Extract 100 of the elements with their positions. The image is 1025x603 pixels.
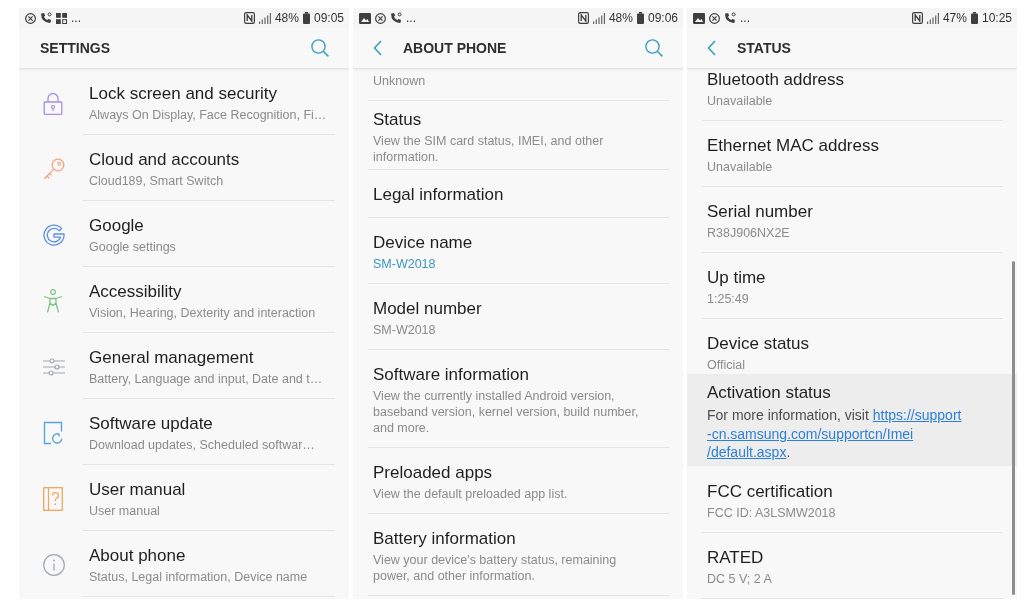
- setting-description: Always On Display, Face Recognition, Fi…: [89, 107, 328, 123]
- list-item[interactable]: Battery information View your device's battery status, remaining power, and other information.: [353, 514, 683, 595]
- signal-icon: [926, 12, 939, 24]
- item-title: Bluetooth address: [707, 69, 846, 91]
- sliders-icon: [43, 358, 65, 376]
- help-book-icon: [43, 487, 63, 511]
- item-subtitle: View your device's battery status, remaining power, and other information.: [373, 552, 618, 584]
- signal-icon: [258, 12, 271, 24]
- activation-info-text: For more information, visit https://support -cn.samsung.com/supportcn/Imei /default.aspx.: [707, 406, 963, 462]
- item-title: Serial number: [707, 201, 814, 223]
- screen-title: ABOUT PHONE: [403, 38, 507, 58]
- item-title: FCC certification: [707, 480, 834, 503]
- list-item[interactable]: Up time 1:25:49: [687, 253, 1017, 318]
- circle-x-icon: [375, 12, 386, 24]
- item-title: Device name: [373, 232, 474, 254]
- support-link[interactable]: https://support: [872, 407, 962, 423]
- g-logo-icon: [43, 224, 65, 246]
- more-notifications-text: ...: [406, 10, 416, 27]
- more-notifications-text: ...: [740, 10, 750, 27]
- key-icon: [43, 158, 65, 180]
- grid-icon: [56, 12, 67, 24]
- screen-title: STATUS: [737, 38, 791, 58]
- search-icon: [311, 39, 329, 57]
- battery-percentage: 48%: [274, 10, 299, 27]
- setting-title: Google: [89, 215, 145, 237]
- list-item[interactable]: Status View the SIM card status, IMEI, and other information.: [353, 101, 683, 169]
- list-item[interactable]: Serial number R38J906NX2E: [687, 187, 1017, 252]
- setting-description: Status, Legal information, Device name: [89, 569, 309, 585]
- item-title: Software information: [373, 364, 530, 386]
- item-subtitle: View the SIM card status, IMEI, and other information.: [373, 133, 605, 165]
- search-icon: [645, 39, 663, 57]
- phone-icon: [390, 12, 402, 24]
- item-subtitle: Official: [707, 357, 746, 373]
- settings-menu-item[interactable]: Accessibility Vision, Hearing, Dexterity and interaction: [19, 267, 349, 332]
- info-icon: [43, 554, 65, 576]
- setting-title: Accessibility: [89, 281, 183, 303]
- setting-title: General management: [89, 347, 255, 369]
- battery-icon: [636, 12, 644, 24]
- setting-description: User manual: [89, 503, 161, 519]
- refresh-icon: [43, 421, 63, 445]
- setting-title: Lock screen and security: [89, 83, 279, 105]
- setting-description: Cloud189, Smart Switch: [89, 173, 225, 189]
- settings-menu-item[interactable]: Cloud and accounts Cloud189, Smart Switch: [19, 135, 349, 200]
- list-item[interactable]: Device status Official: [687, 319, 1017, 373]
- item-subtitle: SM-W2018: [373, 256, 437, 272]
- list-item[interactable]: Preloaded apps View the default preloaded app list.: [353, 448, 683, 513]
- item-title: Activation status: [707, 382, 832, 404]
- list-item[interactable]: Ethernet MAC address Unavailable: [687, 121, 1017, 186]
- setting-description: Battery, Language and input, Date and t…: [89, 371, 324, 387]
- list-item[interactable]: Bluetooth address Unavailable: [687, 69, 1017, 120]
- image-icon: [693, 12, 705, 24]
- back-icon: [706, 40, 716, 56]
- item-subtitle: Unknown: [373, 73, 427, 89]
- settings-menu-item[interactable]: User manual User manual: [19, 465, 349, 530]
- support-link[interactable]: -cn.samsung.com/supportcn/Imei: [707, 425, 914, 442]
- phone-icon: [724, 12, 736, 24]
- nfc-icon: [911, 12, 923, 24]
- list-item[interactable]: Software information View the currently installed Android version, baseband version, kernel version, build number, and more.: [353, 350, 683, 447]
- accessibility-icon: [43, 289, 63, 313]
- item-title: Up time: [707, 267, 767, 289]
- list-item[interactable]: Legal information: [353, 170, 683, 217]
- phone-icon: [40, 12, 52, 24]
- clock-time: 10:25: [981, 10, 1012, 27]
- list-item[interactable]: Model number SM-W2018: [353, 284, 683, 349]
- setting-description: Vision, Hearing, Dexterity and interaction: [89, 305, 317, 321]
- item-subtitle: SM-W2018: [373, 322, 437, 338]
- circle-x-icon: [709, 12, 720, 24]
- settings-menu-item[interactable]: Software update Download updates, Scheduled softwar…: [19, 399, 349, 464]
- settings-menu-item[interactable]: Lock screen and security Always On Display, Face Recognition, Fi…: [19, 69, 349, 134]
- setting-title: About phone: [89, 545, 187, 567]
- setting-title: Cloud and accounts: [89, 149, 241, 171]
- list-item[interactable]: Device name SM-W2018: [353, 218, 683, 283]
- settings-menu-item[interactable]: About phone Status, Legal information, Device name: [19, 531, 349, 596]
- item-title: Legal information: [373, 184, 505, 206]
- list-item[interactable]: Activation status For more information, visit https://support -cn.samsung.com/supportcn/Imei /default.aspx.: [687, 374, 1017, 466]
- item-subtitle: Unavailable: [707, 93, 774, 109]
- signal-icon: [592, 12, 605, 24]
- list-item[interactable]: RATED DC 5 V; 2 A: [687, 532, 1017, 598]
- item-subtitle: View the currently installed Android version, baseband version, kernel version, build number, and more.: [373, 388, 640, 436]
- setting-title: User manual: [89, 479, 187, 501]
- screen-title: SETTINGS: [40, 38, 110, 58]
- item-subtitle: R38J906NX2E: [707, 225, 791, 241]
- settings-menu-item[interactable]: Google Google settings: [19, 201, 349, 266]
- item-subtitle: Unavailable: [707, 159, 774, 175]
- battery-icon: [302, 12, 310, 24]
- item-title: Battery information: [373, 528, 517, 550]
- list-item[interactable]: FCC certification FCC ID: A3LSMW2018: [687, 466, 1017, 532]
- lock-icon: [43, 91, 63, 115]
- item-subtitle: View the default preloaded app list.: [373, 486, 569, 502]
- item-title: Ethernet MAC address: [707, 135, 880, 157]
- circle-x-icon: [25, 12, 36, 24]
- item-title: Model number: [373, 298, 483, 320]
- item-title: RATED: [707, 546, 765, 569]
- setting-title: Software update: [89, 413, 214, 435]
- nfc-icon: [577, 12, 589, 24]
- item-subtitle: 1:25:49: [707, 291, 750, 307]
- clock-time: 09:06: [647, 10, 678, 27]
- item-title: Status: [373, 109, 423, 131]
- settings-menu-item[interactable]: General management Battery, Language and input, Date and t…: [19, 333, 349, 398]
- battery-icon: [970, 12, 978, 24]
